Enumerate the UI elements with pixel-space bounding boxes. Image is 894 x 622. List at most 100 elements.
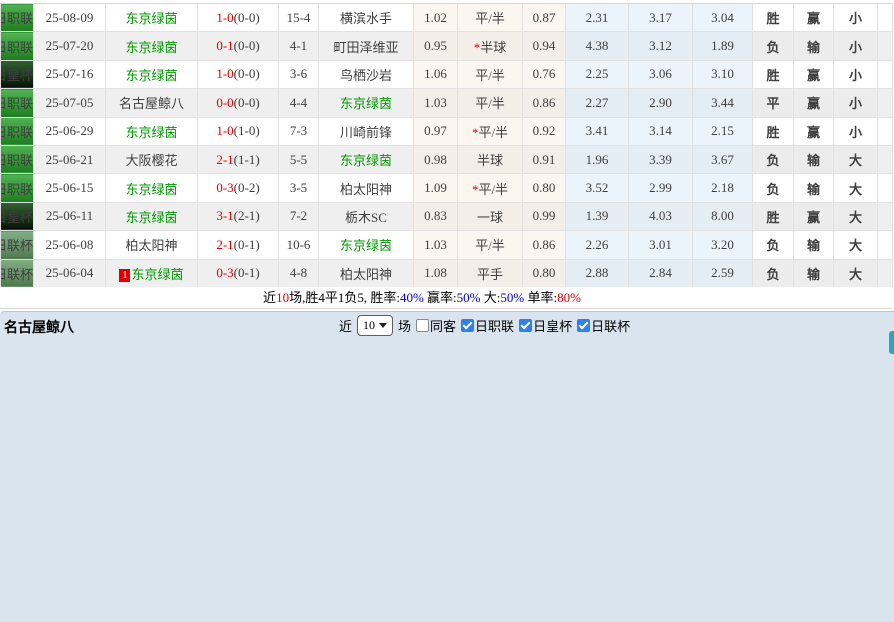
away-team: 东京绿茵 [319, 89, 414, 117]
corners: 4-4 [279, 89, 319, 117]
cut-column [878, 89, 893, 117]
away-odds: 0.87 [523, 4, 566, 32]
league-filter-label: 日职联 [475, 316, 514, 335]
team1-history-table: 日职联 25-08-09 东京绿茵 1-0(0-0) 15-4 横滨水手 1.0… [0, 3, 893, 288]
result-wdl: 胜 [753, 117, 794, 145]
match-row: 日联杯 25-06-04 1东京绿茵 0-3(0-1) 4-8 柏太阳神 1.0… [1, 259, 893, 287]
away-team: 东京绿茵 [319, 145, 414, 173]
handicap: 平手 [458, 259, 523, 287]
away-odds: 0.86 [523, 231, 566, 259]
summary-segment: 场,胜4平1负5, 胜率: [289, 290, 400, 305]
euro-draw-odds: 2.84 [629, 259, 693, 287]
home-team: 东京绿茵 [106, 202, 198, 230]
result-goals: 大 [834, 202, 878, 230]
home-team: 东京绿茵 [106, 117, 198, 145]
handicap: 半球 [458, 145, 523, 173]
corners: 5-5 [279, 145, 319, 173]
league-badge: 日职联 [1, 32, 34, 60]
handicap: *平/半 [458, 174, 523, 202]
away-odds: 0.80 [523, 259, 566, 287]
result-goals: 小 [834, 60, 878, 88]
league-badge: 日联杯 [1, 259, 34, 287]
euro-home-odds: 2.31 [566, 4, 629, 32]
result-handicap: 输 [794, 145, 834, 173]
league-badge: 日皇杯 [1, 60, 34, 88]
handicap: 一球 [458, 202, 523, 230]
result-handicap: 赢 [794, 117, 834, 145]
match-date: 25-06-11 [34, 202, 106, 230]
result-wdl: 负 [753, 174, 794, 202]
cut-column [878, 32, 893, 60]
changed-odds-star: * [474, 40, 481, 55]
euro-home-odds: 1.96 [566, 145, 629, 173]
match-date: 25-06-04 [34, 259, 106, 287]
home-team: 1东京绿茵 [106, 259, 198, 287]
league-filter: 日皇杯 [519, 316, 572, 335]
league-filter-checkbox[interactable] [577, 319, 590, 332]
home-odds: 1.09 [414, 174, 458, 202]
home-team: 柏太阳神 [106, 231, 198, 259]
home-odds: 1.03 [414, 231, 458, 259]
score: 1-0(1-0) [198, 117, 279, 145]
handicap: 平/半 [458, 231, 523, 259]
league-filter: 日职联 [461, 316, 514, 335]
match-date: 25-06-29 [34, 117, 106, 145]
home-team: 东京绿茵 [106, 4, 198, 32]
euro-away-odds: 1.89 [693, 32, 753, 60]
handicap: *半球 [458, 32, 523, 60]
euro-away-odds: 3.04 [693, 4, 753, 32]
home-odds: 0.83 [414, 202, 458, 230]
home-odds: 0.95 [414, 32, 458, 60]
league-badge: 日职联 [1, 4, 34, 32]
euro-away-odds: 2.18 [693, 174, 753, 202]
same-opponent-checkbox[interactable] [416, 319, 429, 332]
result-wdl: 负 [753, 32, 794, 60]
games-count-select[interactable]: 10 [357, 315, 393, 336]
corners: 3-6 [279, 60, 319, 88]
euro-away-odds: 3.67 [693, 145, 753, 173]
home-odds: 0.98 [414, 145, 458, 173]
away-odds: 0.80 [523, 174, 566, 202]
away-team: 东京绿茵 [319, 231, 414, 259]
euro-away-odds: 3.10 [693, 60, 753, 88]
league-badge: 日职联 [1, 89, 34, 117]
euro-home-odds: 2.26 [566, 231, 629, 259]
score: 1-0(0-0) [198, 60, 279, 88]
result-wdl: 负 [753, 231, 794, 259]
league-filter-checkbox[interactable] [519, 319, 532, 332]
result-handicap: 输 [794, 174, 834, 202]
home-team: 东京绿茵 [106, 174, 198, 202]
home-odds: 0.97 [414, 117, 458, 145]
result-goals: 小 [834, 117, 878, 145]
same-opponent-label: 同客 [430, 316, 456, 335]
league-filter-label: 日皇杯 [533, 316, 572, 335]
changed-odds-star: * [472, 125, 479, 140]
result-handicap: 赢 [794, 202, 834, 230]
summary-segment: 10 [276, 290, 289, 305]
home-team: 东京绿茵 [106, 32, 198, 60]
league-filter-checkbox[interactable] [461, 319, 474, 332]
away-team: 柏太阳神 [319, 259, 414, 287]
league-filter: 日联杯 [577, 316, 630, 335]
match-row: 日联杯 25-06-08 柏太阳神 2-1(0-1) 10-6 东京绿茵 1.0… [1, 231, 893, 259]
home-team: 大阪樱花 [106, 145, 198, 173]
euro-draw-odds: 2.90 [629, 89, 693, 117]
team2-section: 名古屋鲸八 近 10 场 同客 日职联日皇杯日联杯 类型 [0, 311, 894, 622]
score: 0-0(0-0) [198, 89, 279, 117]
result-goals: 小 [834, 32, 878, 60]
corners: 4-8 [279, 259, 319, 287]
home-team: 名古屋鲸八 [106, 89, 198, 117]
cut-column [878, 117, 893, 145]
match-row: 日职联 25-06-29 东京绿茵 1-0(1-0) 7-3 川崎前锋 0.97… [1, 117, 893, 145]
match-date: 25-07-05 [34, 89, 106, 117]
match-row: 日职联 25-08-09 东京绿茵 1-0(0-0) 15-4 横滨水手 1.0… [1, 4, 893, 32]
corners: 7-3 [279, 117, 319, 145]
scrollbar-thumb[interactable] [889, 331, 894, 354]
games-label: 场 [398, 316, 411, 335]
team2-title: 名古屋鲸八 [4, 317, 74, 337]
away-team: 川崎前锋 [319, 117, 414, 145]
summary-segment: 单率: [524, 290, 557, 305]
euro-home-odds: 2.27 [566, 89, 629, 117]
handicap: 平/半 [458, 4, 523, 32]
result-goals: 大 [834, 231, 878, 259]
